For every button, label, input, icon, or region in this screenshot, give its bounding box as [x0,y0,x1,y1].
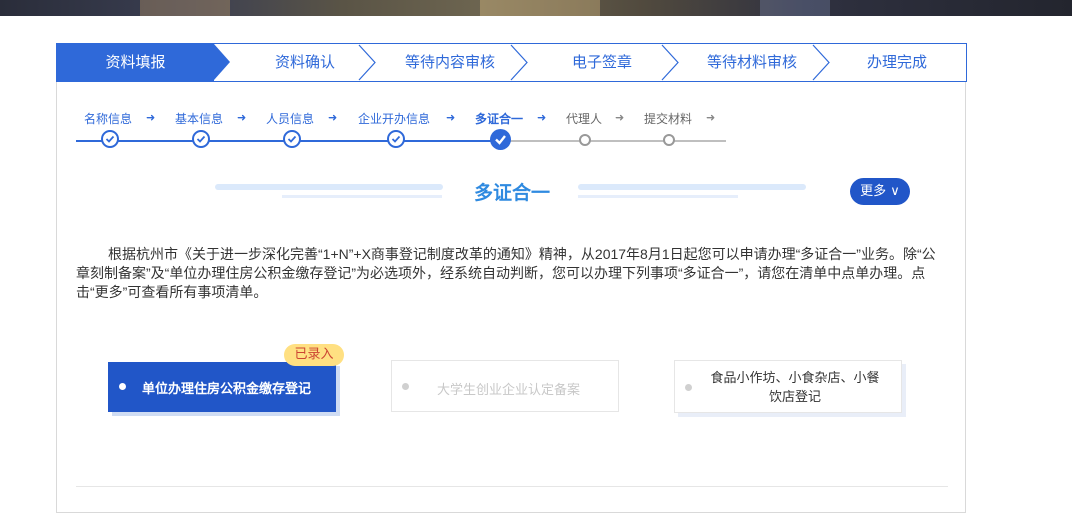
more-button[interactable]: 更多 ∨ [850,178,910,205]
title-decoration-left [282,195,442,198]
bullet-icon [119,383,126,390]
step-separator-icon [358,44,376,81]
arrow-right-icon: ➜ [615,111,625,124]
step-active-arrow [214,44,230,80]
check-circle-icon [192,130,210,148]
title-decoration-right [578,195,738,198]
substep-multi-cert[interactable]: 多证合一 [475,110,523,127]
arrow-right-icon: ➜ [446,111,456,124]
substep-basic-info[interactable]: 基本信息 [175,110,223,127]
option-housing-fund[interactable]: 单位办理住房公积金缴存登记 [108,362,336,412]
option-label: 单位办理住房公积金缴存登记 [142,382,312,397]
step-material-review: 等待材料审核 [706,53,797,71]
arrow-right-icon: ➜ [537,111,547,124]
bullet-icon [402,383,409,390]
step-separator-icon [812,44,830,81]
step-complete: 办理完成 [866,53,927,71]
substep-name-info[interactable]: 名称信息 [84,110,132,127]
pending-step-circle-icon [579,134,591,146]
arrow-right-icon: ➜ [146,111,156,124]
check-circle-icon [283,130,301,148]
current-step-check-icon [490,129,511,150]
option-label: 大学生创业企业认定备案 [437,383,581,398]
check-circle-icon [387,130,405,148]
substep-personnel-info[interactable]: 人员信息 [266,110,314,127]
option-student-startup: 大学生创业企业认定备案 [391,360,619,412]
step-content-review: 等待内容审核 [404,53,495,71]
section-title: 多证合一 [473,182,550,204]
substep-submit-materials: 提交材料 [644,112,693,126]
header-banner-image [0,0,1072,16]
entered-badge: 已录入 [284,344,344,366]
option-label: 食品小作坊、小食杂店、小餐饮店登记 [710,371,880,405]
substep-agent: 代理人 [566,112,603,126]
arrow-right-icon: ➜ [706,111,716,124]
title-decoration-right [578,184,806,190]
pending-step-circle-icon [663,134,675,146]
bullet-icon [685,384,692,391]
arrow-right-icon: ➜ [237,111,247,124]
progress-step-bar: 资料填报 资料确认 等待内容审核 电子签章 等待材料审核 办理完成 [56,43,967,82]
step-fill-info: 资料填报 [57,44,214,81]
substep-track-pending [500,140,726,142]
arrow-right-icon: ➜ [328,111,338,124]
step-confirm-info: 资料确认 [274,53,335,71]
substep-enterprise-info[interactable]: 企业开办信息 [358,110,430,127]
intro-paragraph: 根据杭州市《关于进一步深化完善“1+N”+X商事登记制度改革的通知》精神，从20… [76,246,936,300]
step-separator-icon [510,44,528,81]
check-circle-icon [101,130,119,148]
title-decoration-left [215,184,443,190]
divider [76,486,948,487]
option-food-workshop[interactable]: 食品小作坊、小食杂店、小餐饮店登记 [674,360,902,413]
step-e-signature: 电子签章 [571,53,632,71]
